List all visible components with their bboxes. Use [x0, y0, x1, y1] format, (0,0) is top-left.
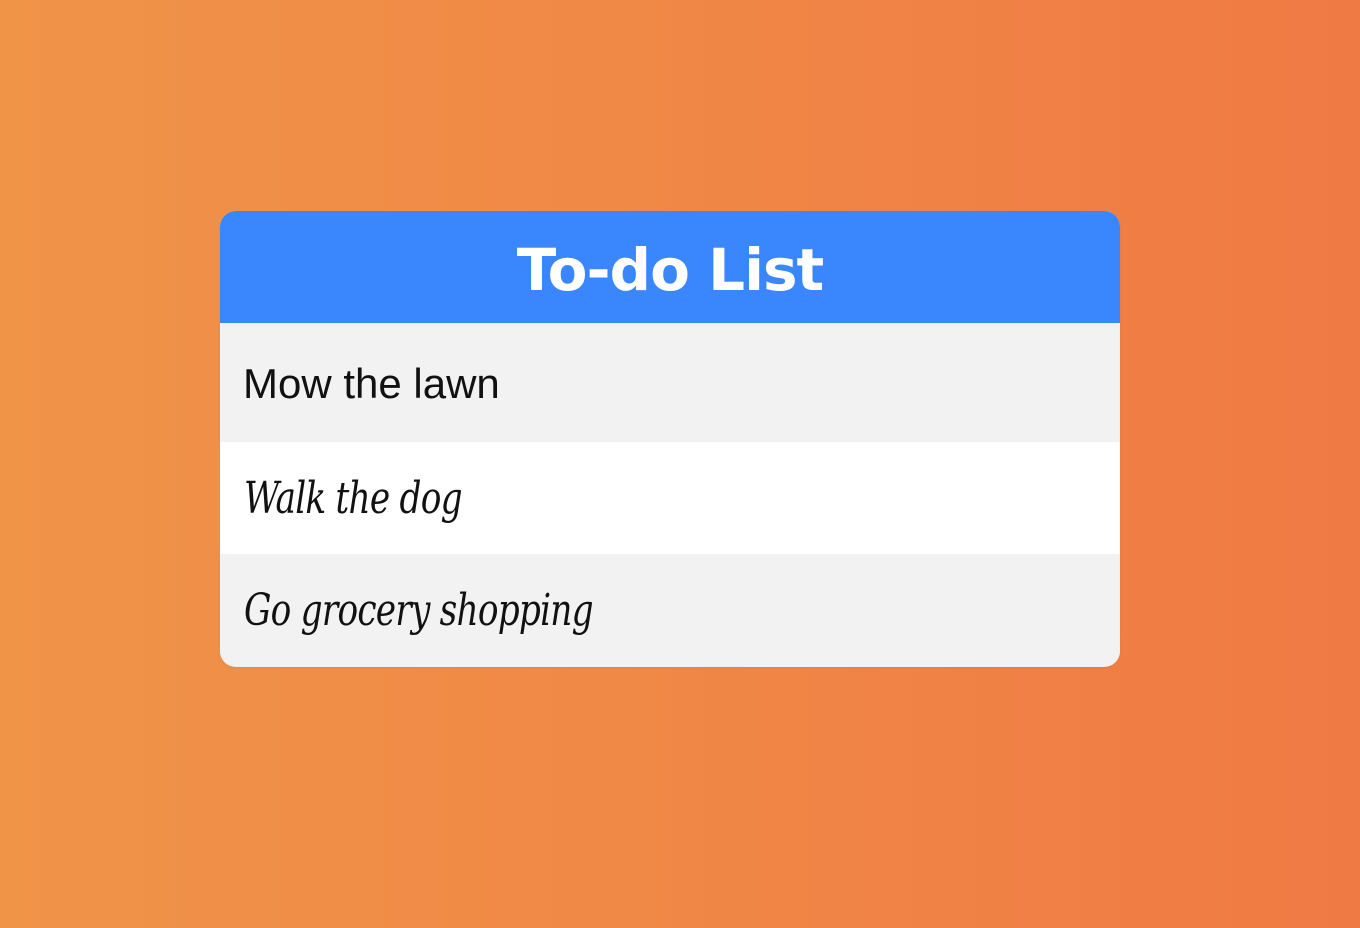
card-header: To-do List [220, 211, 1120, 323]
todo-item[interactable]: Go grocery shopping [220, 554, 1120, 666]
todo-item-label: Go grocery shopping [244, 584, 594, 636]
todo-card: To-do List Walk the dog Go grocery shopp… [220, 211, 1120, 667]
todo-item-label: Walk the dog [244, 472, 463, 524]
todo-list: Walk the dog Go grocery shopping [220, 442, 1120, 666]
page-title: To-do List [516, 236, 824, 304]
todo-item[interactable]: Walk the dog [220, 442, 1120, 554]
new-item-input[interactable] [243, 359, 1043, 408]
new-item-row[interactable] [220, 323, 1120, 442]
